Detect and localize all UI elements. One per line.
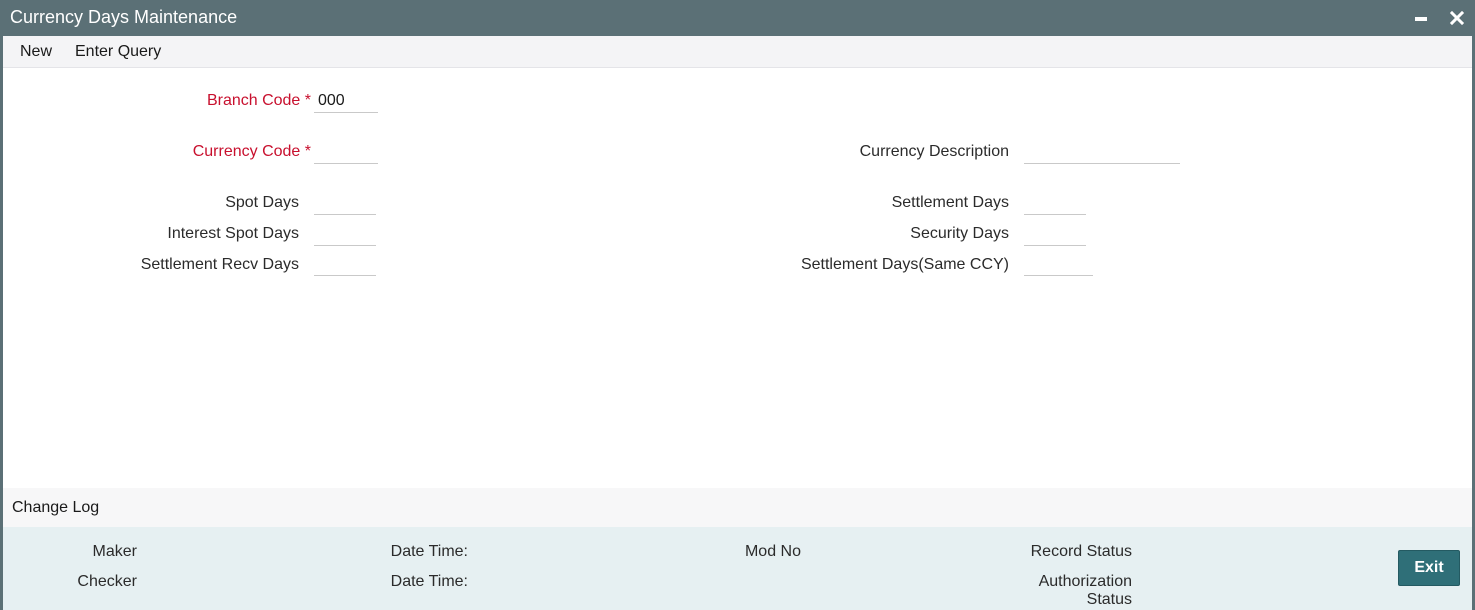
close-icon[interactable] (1442, 0, 1472, 36)
security-days-input[interactable] (1024, 222, 1086, 246)
currency-code-input[interactable] (314, 140, 378, 164)
new-button[interactable]: New (20, 43, 52, 61)
settlement-days-same-ccy-label: Settlement Days(Same CCY) (800, 256, 1009, 273)
maker-label: Maker (92, 543, 137, 560)
settlement-recv-days-label: Settlement Recv Days (140, 256, 299, 273)
currency-days-maintenance-window: Currency Days Maintenance New Enter Quer… (0, 0, 1475, 610)
change-log-footer: Maker Checker Date Time: Date Time: Mod … (3, 527, 1472, 610)
enter-query-button[interactable]: Enter Query (75, 43, 161, 61)
interest-spot-days-input[interactable] (314, 222, 376, 246)
currency-code-label: Currency Code * (192, 143, 311, 160)
toolbar: New Enter Query (3, 36, 1472, 68)
branch-code-input[interactable] (314, 89, 378, 113)
interest-spot-days-label: Interest Spot Days (167, 225, 299, 242)
settlement-days-input[interactable] (1024, 191, 1086, 215)
maker-date-time-label: Date Time: (390, 543, 468, 560)
window-title: Currency Days Maintenance (10, 7, 238, 27)
change-log-title[interactable]: Change Log (12, 499, 99, 517)
title-bar: Currency Days Maintenance (0, 0, 1475, 36)
authorization-status-label-line1: Authorization (1038, 573, 1132, 590)
authorization-status-label-line2: Status (1086, 591, 1132, 608)
spot-days-label: Spot Days (225, 194, 299, 211)
checker-label: Checker (77, 573, 137, 590)
branch-code-label: Branch Code * (206, 92, 311, 109)
spot-days-input[interactable] (314, 191, 376, 215)
currency-description-label: Currency Description (859, 143, 1009, 160)
mod-no-label: Mod No (744, 543, 801, 560)
record-status-label: Record Status (1030, 543, 1132, 560)
checker-date-time-label: Date Time: (390, 573, 468, 590)
settlement-days-label: Settlement Days (891, 194, 1009, 211)
currency-description-input[interactable] (1024, 140, 1180, 164)
change-log-header: Change Log (3, 488, 1472, 527)
exit-button[interactable]: Exit (1398, 550, 1460, 586)
settlement-recv-days-input[interactable] (314, 252, 376, 276)
settlement-days-same-ccy-input[interactable] (1024, 252, 1093, 276)
security-days-label: Security Days (910, 225, 1009, 242)
minimize-icon[interactable] (1406, 0, 1436, 36)
